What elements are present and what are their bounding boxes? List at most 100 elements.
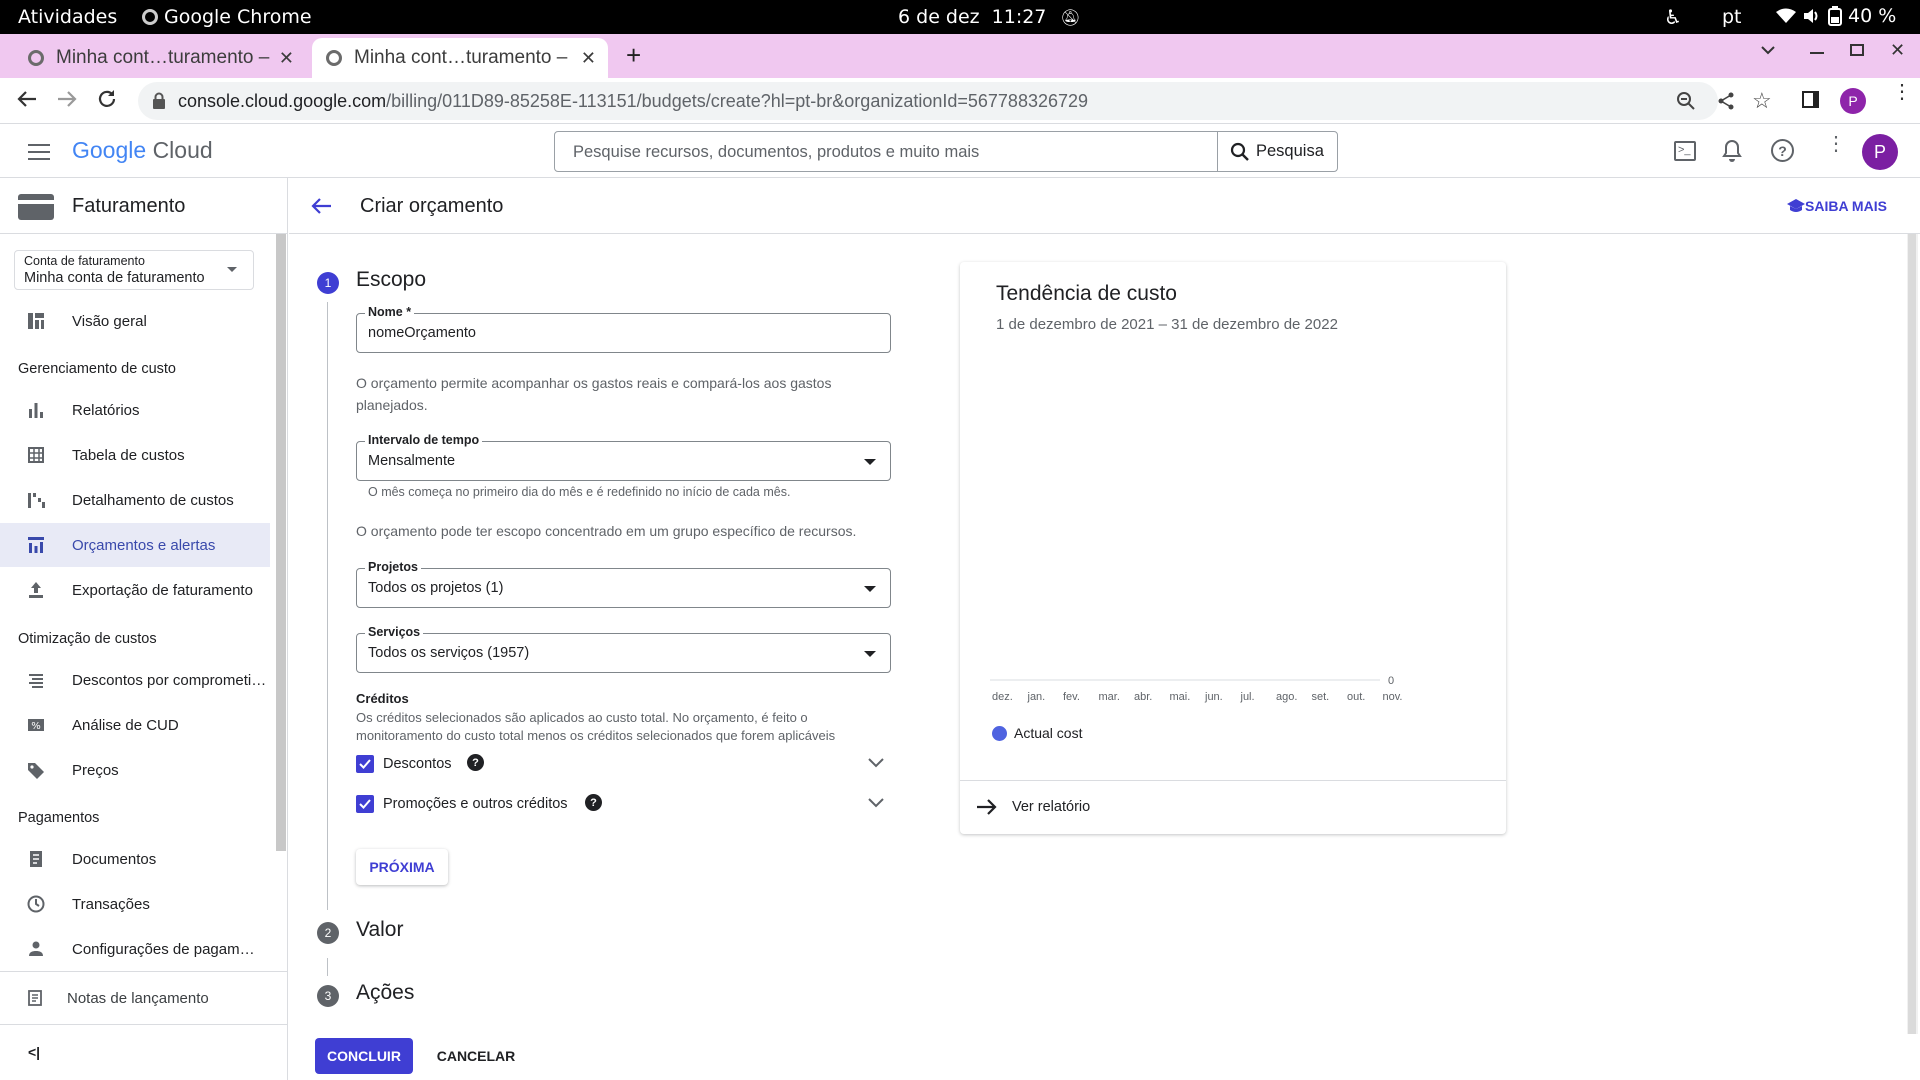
sidebar-item-committed-use-discounts[interactable]: Descontos por comprometi… [0,658,270,702]
release-notes-icon [28,990,42,1006]
app-name: Google Chrome [164,6,312,28]
sidebar-item-cost-table[interactable]: Tabela de custos [0,433,270,477]
waterfall-chart-icon [28,493,45,508]
minimize-icon[interactable] [1810,52,1824,54]
close-tab-icon[interactable]: ✕ [581,48,596,69]
finish-button[interactable]: CONCLUIR [315,1038,413,1074]
lock-icon[interactable] [152,92,166,109]
page-scrollbar-thumb[interactable] [1908,234,1916,1034]
page-scrollbar-track[interactable] [1907,234,1918,1034]
sidebar-item-label: Transações [72,895,150,913]
language-indicator[interactable]: pt [1722,6,1742,28]
sidebar-scrollbar[interactable] [276,234,286,851]
dashboard-icon [28,313,44,329]
budget-name-help: O orçamento permite acompanhar os gastos… [356,375,832,413]
sidebar-item-label: Visão geral [72,312,147,330]
help-circle-icon[interactable]: ? [467,754,484,771]
search-button[interactable]: Pesquisa [1217,132,1338,171]
close-window-icon[interactable]: ✕ [1890,40,1905,61]
projects-label: Projetos [365,560,422,574]
address-bar[interactable]: console.cloud.google.com/billing/011D89-… [138,82,1772,120]
volume-icon [1804,9,1818,23]
sidebar-item-documents[interactable]: Documentos [0,837,270,881]
budget-chart-icon [28,537,44,553]
cancel-button[interactable]: CANCELAR [430,1038,522,1074]
cloud-shell-icon[interactable]: >_ [1674,141,1696,161]
more-options-icon[interactable]: ⋮ [1826,134,1846,154]
learn-more-button[interactable]: SAIBA MAIS [1787,198,1887,214]
sidebar-item-release-notes[interactable]: Notas de lançamento [0,976,270,1020]
new-tab-icon[interactable]: + [626,40,641,71]
browser-tab-2[interactable]: Minha cont…turamento – ✕ [312,38,608,78]
share-icon[interactable] [1716,91,1736,111]
app-menu[interactable]: Google Chrome [142,6,312,28]
discounts-checkbox[interactable] [356,755,374,773]
side-panel-icon[interactable] [1802,91,1819,108]
help-circle-icon[interactable]: ? [585,794,602,811]
view-report-label: Ver relatório [1012,799,1091,815]
sidebar-item-reports[interactable]: Relatórios [0,388,270,432]
zoom-icon[interactable] [1676,91,1696,111]
promotions-checkbox[interactable] [356,795,374,813]
search-button-label: Pesquisa [1256,142,1324,160]
projects-select[interactable]: Projetos Todos os projetos (1) [356,560,891,608]
sidebar-item-pricing[interactable]: Preços [0,748,270,792]
x-tick-label: jul. [1240,691,1255,703]
percent-icon: % [28,719,44,732]
bookmark-star-icon[interactable]: ☆ [1752,88,1772,114]
section-cost-management: Gerenciamento de custo [18,361,176,377]
hamburger-menu-icon[interactable] [28,144,50,160]
services-select[interactable]: Serviços Todos os serviços (1957) [356,625,891,673]
back-arrow-icon[interactable] [310,197,332,215]
sidebar-item-label: Preços [72,761,119,779]
google-cloud-logo[interactable]: Google Cloud [72,137,213,164]
next-button[interactable]: PRÓXIMA [356,849,448,885]
credit-promotions-row[interactable]: Promoções e outros créditos ? [356,794,892,824]
clock[interactable]: 6 de dez 11:27 🔕︎ [898,6,1081,28]
restore-icon[interactable] [1850,44,1864,56]
url-host: console.cloud.google.com [178,91,387,111]
clock-icon [27,895,45,913]
time-range-select[interactable]: Intervalo de tempo Mensalmente [356,433,891,481]
sidebar-item-billing-export[interactable]: Exportação de faturamento [0,568,270,612]
activities-button[interactable]: Atividades [18,6,117,28]
view-report-link[interactable]: Ver relatório [976,780,1176,834]
back-icon[interactable] [16,88,38,110]
sidebar-item-label: Orçamentos e alertas [72,536,216,554]
budget-name-field[interactable]: Nome * nomeOrçamento [356,305,891,353]
billing-account-selector[interactable]: Conta de faturamento Minha conta de fatu… [14,250,254,290]
sidebar-item-label: Relatórios [72,401,140,419]
system-status-area[interactable]: 40 % [1776,5,1896,27]
sidebar-item-overview[interactable]: Visão geral [0,299,270,343]
sidebar-item-transactions[interactable]: Transações [0,882,270,926]
x-tick-label: mai. [1170,691,1191,703]
browser-profile-avatar[interactable]: P [1840,88,1866,114]
notifications-bell-icon[interactable] [1722,139,1742,163]
step-2-title[interactable]: Valor [356,918,403,942]
step-3-title[interactable]: Ações [356,981,414,1005]
sidebar-item-cost-breakdown[interactable]: Detalhamento de custos [0,478,270,522]
collapse-sidebar-icon[interactable]: <| [28,1044,40,1060]
learn-more-label: SAIBA MAIS [1805,198,1887,214]
cost-trend-chart: 0 dez. jan. fev. mar. abr. mai. jun. jul. ago. set… [990,675,1402,703]
browser-menu-icon[interactable]: ⋮ [1892,82,1912,102]
account-avatar[interactable]: P [1862,134,1898,170]
accessibility-icon[interactable]: ♿︎ [1664,5,1682,29]
sidebar-item-cud-analysis[interactable]: % Análise de CUD [0,703,270,747]
close-tab-icon[interactable]: ✕ [279,48,294,69]
tab-favicon-icon [326,50,342,66]
forward-icon[interactable] [56,88,78,110]
sidebar-item-budgets-alerts[interactable]: Orçamentos e alertas [0,523,270,567]
reload-icon[interactable] [96,88,118,110]
sidebar-item-label: Análise de CUD [72,716,179,734]
x-tick-label: fev. [1063,691,1080,703]
step-1-badge: 1 [317,272,339,294]
x-tick-label: jan. [1027,691,1046,703]
console-search[interactable]: Pesquise recursos, documentos, produtos … [554,131,1338,172]
sidebar-item-payment-settings[interactable]: Configurações de pagam… [0,927,270,971]
browser-tab-1[interactable]: Minha cont…turamento – ✕ [14,38,306,78]
projects-value: Todos os projetos (1) [368,580,504,596]
help-icon[interactable]: ? [1771,139,1794,162]
credit-discounts-row[interactable]: Descontos ? [356,754,892,784]
tab-search-chevron-icon[interactable] [1760,44,1776,56]
